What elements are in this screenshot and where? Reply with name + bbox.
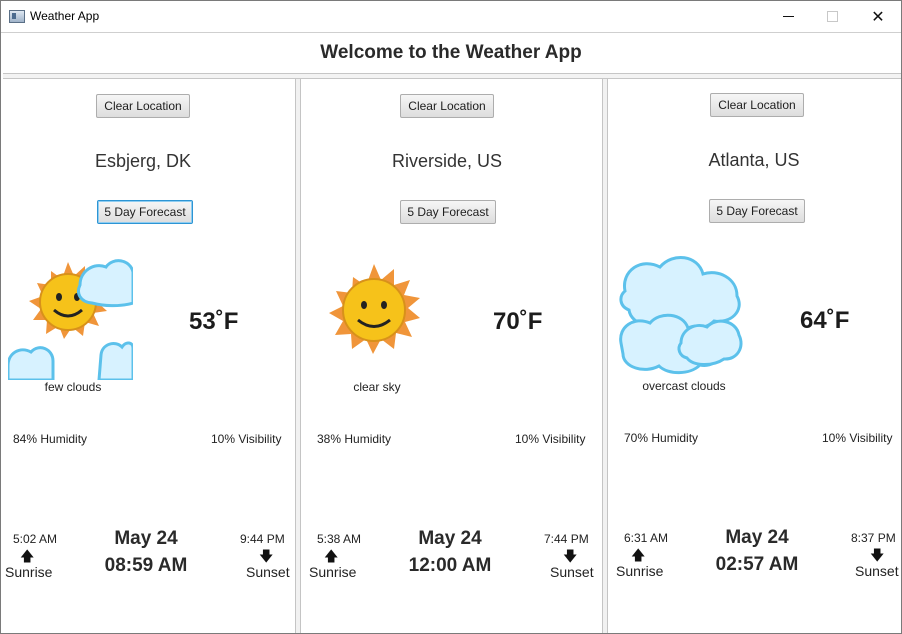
current-time: 08:59 AM [104, 555, 188, 576]
sunrise-label: Sunrise [5, 564, 53, 580]
overcast-clouds-icon [619, 255, 743, 375]
city-name: Riverside, US [391, 151, 503, 171]
city-name: Atlanta, US [708, 150, 800, 170]
weather-panel-esbjerg: Clear Location Esbjerg, DK 5 Day Forecas… [1, 79, 295, 633]
weather-description: clear sky [353, 380, 401, 394]
sunrise-time: 5:02 AM [13, 532, 58, 546]
humidity: 84% Humidity [13, 432, 88, 446]
humidity: 70% Humidity [624, 431, 699, 445]
close-icon: ✕ [871, 8, 885, 26]
clear-location-button[interactable]: Clear Location [400, 94, 494, 118]
visibility: 10% Visibility [211, 432, 282, 446]
humidity: 38% Humidity [317, 432, 392, 446]
date: May 24 [114, 528, 178, 549]
sunset-time: 7:44 PM [544, 532, 589, 546]
sunrise-time: 5:38 AM [317, 532, 362, 546]
close-button[interactable]: ✕ [855, 1, 901, 32]
visibility: 10% Visibility [822, 431, 893, 445]
maximize-button[interactable] [809, 1, 855, 32]
minimize-button[interactable] [765, 1, 811, 32]
few-clouds-icon [8, 259, 133, 380]
sunset-label: Sunset [855, 563, 899, 579]
weather-description: few clouds [44, 380, 102, 394]
sunset-time: 9:44 PM [240, 532, 285, 546]
app-icon [9, 10, 25, 23]
current-time: 02:57 AM [715, 554, 799, 575]
date: May 24 [725, 527, 789, 548]
window-title: Weather App [30, 9, 100, 23]
visibility: 10% Visibility [515, 432, 586, 446]
five-day-forecast-button[interactable]: 5 Day Forecast [709, 199, 805, 223]
current-time: 12:00 AM [408, 555, 492, 576]
five-day-forecast-button[interactable]: 5 Day Forecast [97, 200, 193, 224]
app-window: Weather App ✕ Welcome to the Weather App… [0, 0, 902, 634]
weather-panel-atlanta: Clear Location Atlanta, US 5 Day Forecas… [607, 79, 901, 633]
city-name: Esbjerg, DK [94, 151, 192, 171]
date: May 24 [418, 528, 482, 549]
sunset-label: Sunset [246, 564, 290, 580]
sunrise-label: Sunrise [309, 564, 357, 580]
maximize-icon [826, 11, 838, 22]
five-day-forecast-button[interactable]: 5 Day Forecast [400, 200, 496, 224]
sunrise-time: 6:31 AM [624, 531, 669, 545]
clear-location-button[interactable]: Clear Location [96, 94, 190, 118]
sunset-time: 8:37 PM [851, 531, 896, 545]
temperature: 64˚F [800, 307, 850, 334]
clear-sky-icon [329, 264, 420, 354]
temperature: 70˚F [493, 308, 543, 335]
sunset-label: Sunset [550, 564, 594, 580]
weather-panel-riverside: Clear Location Riverside, US 5 Day Forec… [300, 79, 602, 633]
sunrise-label: Sunrise [616, 563, 664, 579]
title-bar[interactable]: Weather App ✕ [1, 1, 901, 33]
weather-description: overcast clouds [642, 379, 726, 393]
minimize-icon [782, 16, 794, 17]
clear-location-button[interactable]: Clear Location [710, 93, 804, 117]
temperature: 53˚F [189, 308, 239, 335]
page-title: Welcome to the Weather App [320, 42, 582, 63]
